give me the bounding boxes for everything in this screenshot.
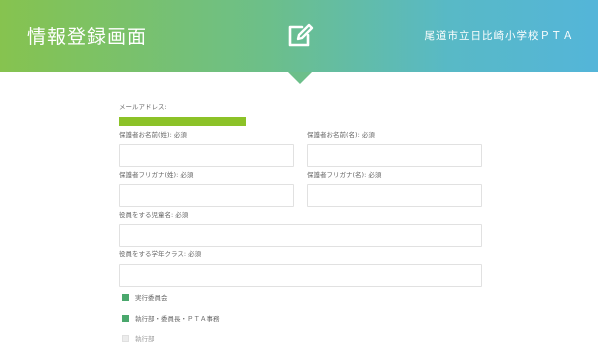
organization-name: 尾道市立日比崎小学校ＰＴＡ xyxy=(424,30,574,42)
checkbox-unchecked[interactable] xyxy=(122,334,129,342)
guardian-first-name-field[interactable] xyxy=(307,144,482,168)
guardian-last-kana-field[interactable] xyxy=(119,184,294,208)
guardian-first-kana-label: 保護者フリガナ(名): 必須 xyxy=(307,171,382,179)
guardian-last-kana-input[interactable] xyxy=(120,187,293,208)
child-class-input[interactable] xyxy=(120,267,481,288)
child-class-label: 役員をする学年クラス: 必須 xyxy=(119,250,202,258)
guardian-last-name-label: 保護者お名前(姓): 必須 xyxy=(119,131,187,139)
guardian-last-kana-label: 保護者フリガナ(姓): 必須 xyxy=(119,171,194,179)
child-name-label: 役員をする児童名: 必須 xyxy=(119,211,189,219)
guardian-last-name-input[interactable] xyxy=(120,147,293,168)
role-checkbox-executive-chair-pta[interactable]: 執行部・委員長・ＰＴＡ事務 xyxy=(122,313,220,323)
role-label: 執行部 xyxy=(135,335,155,343)
page-title: 情報登録画面 xyxy=(27,26,148,48)
email-value xyxy=(119,117,246,126)
email-label: メールアドレス: xyxy=(119,103,167,111)
child-name-input[interactable] xyxy=(120,227,481,248)
role-checkbox-executive[interactable]: 執行部 xyxy=(122,333,155,343)
child-name-field[interactable] xyxy=(119,224,482,248)
child-class-field[interactable] xyxy=(119,264,482,288)
guardian-first-kana-field[interactable] xyxy=(307,184,482,208)
guardian-first-name-label: 保護者お名前(名): 必須 xyxy=(307,131,375,139)
role-checkbox-executive-committee[interactable]: 実行委員会 xyxy=(122,292,168,302)
guardian-first-name-input[interactable] xyxy=(308,147,481,168)
checkbox-checked[interactable] xyxy=(122,314,129,322)
edit-icon[interactable] xyxy=(287,22,315,48)
role-label: 執行部・委員長・ＰＴＡ事務 xyxy=(135,315,220,323)
guardian-last-name-field[interactable] xyxy=(119,144,294,168)
role-label: 実行委員会 xyxy=(135,294,168,302)
header-notch xyxy=(288,72,312,84)
header-bar: 情報登録画面 尾道市立日比崎小学校ＰＴＡ xyxy=(0,0,598,72)
guardian-first-kana-input[interactable] xyxy=(308,187,481,208)
checkbox-checked[interactable] xyxy=(122,293,129,301)
